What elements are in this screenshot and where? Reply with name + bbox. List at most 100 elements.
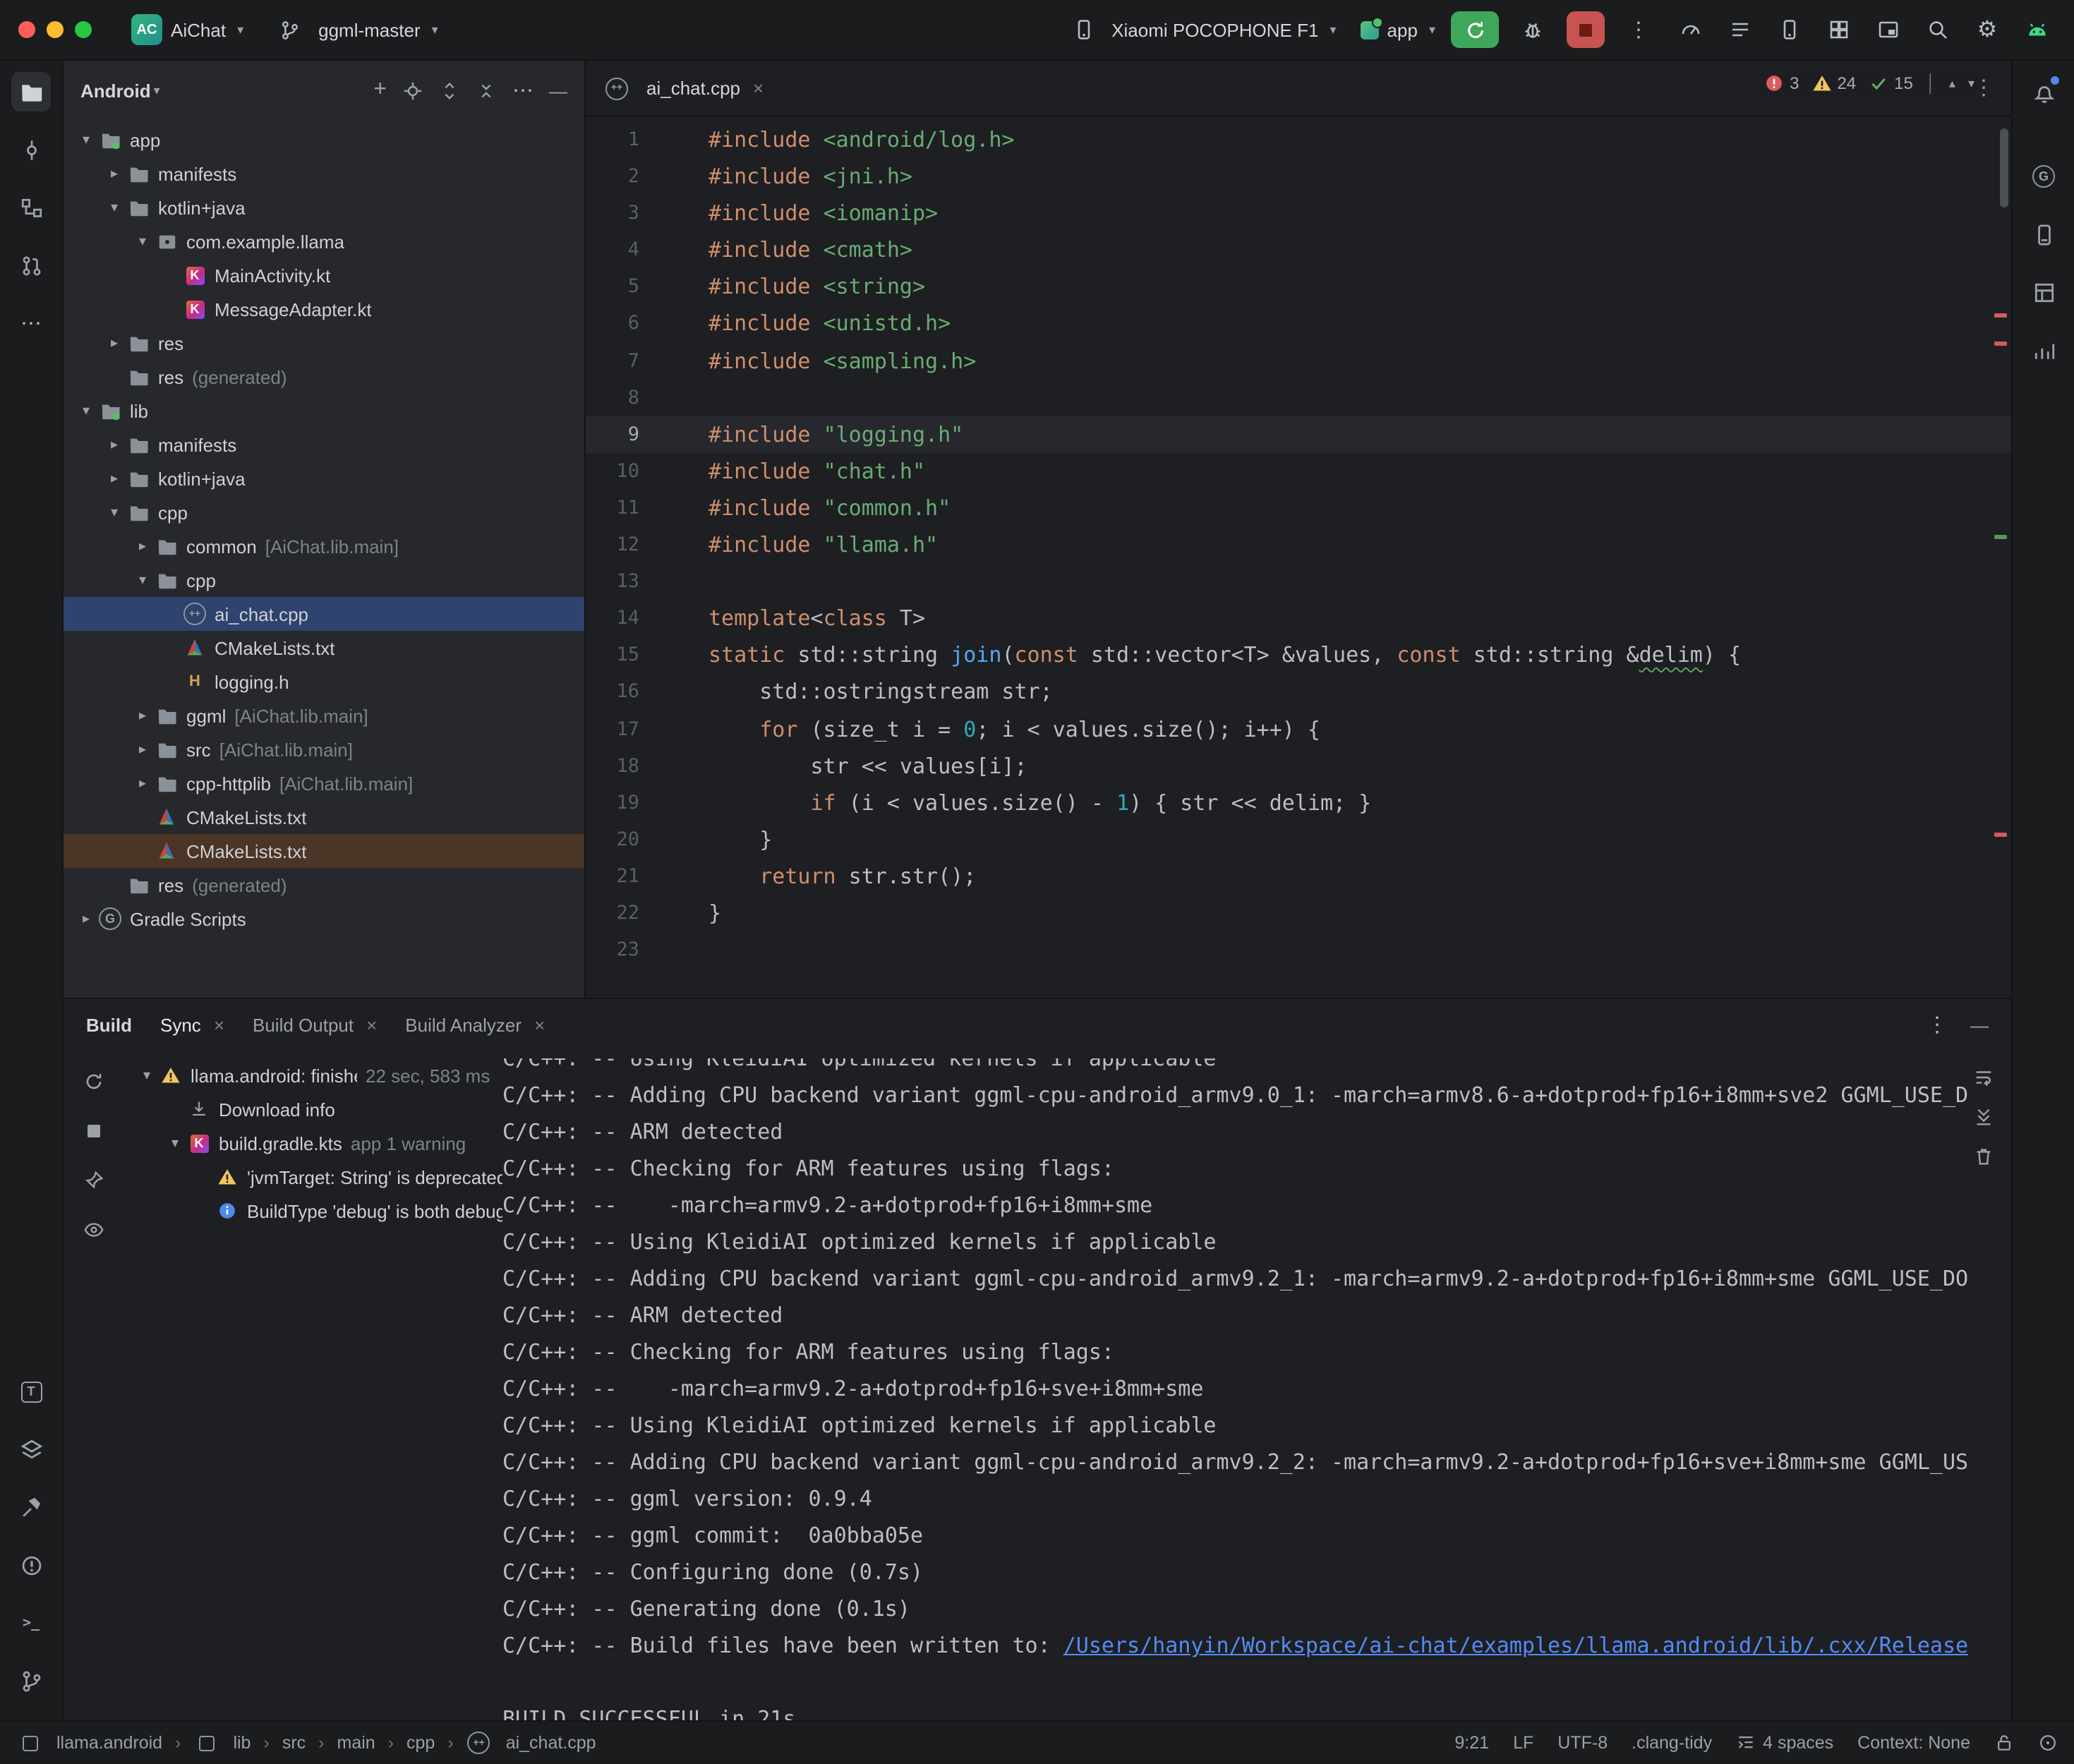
chevron-down-icon[interactable]: ▾ [75,132,97,147]
add-icon[interactable]: + [373,79,387,102]
pull-requests-button[interactable] [11,246,51,285]
tree-item[interactable]: KMainActivity.kt [64,258,584,292]
stop-square-button[interactable] [77,1113,111,1147]
tree-item[interactable]: ▾llama.android: finished22 sec, 583 ms [124,1058,502,1092]
next-problem-icon[interactable]: ▾ [1968,75,1974,91]
tree-item[interactable]: 'jvmTarget: String' is deprecated [124,1160,502,1194]
tree-item[interactable]: ▾app [64,123,584,157]
close-tab-icon[interactable]: × [534,1014,545,1035]
pin-button[interactable] [77,1163,111,1197]
breadcrumb-item[interactable]: ++ai_chat.cpp [466,1732,596,1754]
build-tab-sync[interactable]: Sync× [160,1014,224,1035]
code-line[interactable]: 17 for (size_t i = 0; i < values.size();… [586,711,2011,747]
user-android-button[interactable] [2018,11,2055,48]
debug-button[interactable] [1514,11,1551,48]
locate-icon[interactable] [402,80,423,101]
chevron-down-icon[interactable]: ▾ [164,1135,186,1151]
code-line[interactable]: 3#include <iomanip> [586,195,2011,231]
status-line-ending[interactable]: LF [1513,1733,1533,1753]
logcat-button[interactable] [1722,11,1759,48]
chevron-right-icon[interactable]: ▸ [131,708,154,723]
device-explorer-button[interactable] [2024,215,2063,254]
tree-item[interactable]: BuildType 'debug' is both debuggable [124,1194,502,1228]
status-lock[interactable] [1994,1733,2014,1753]
structure-button[interactable] [11,188,51,227]
code-line[interactable]: 19 if (i < values.size() - 1) { str << d… [586,784,2011,821]
build-tab-build-analyzer[interactable]: Build Analyzer× [405,1014,545,1035]
chevron-right-icon[interactable]: ▸ [103,335,126,351]
tree-item[interactable]: ▸manifests [64,428,584,461]
chevron-down-icon[interactable]: ▾ [135,1068,158,1083]
code-line[interactable]: 16 std::ostringstream str; [586,674,2011,711]
chevron-down-icon[interactable]: ▾ [103,505,126,520]
chevron-right-icon[interactable]: ▸ [75,911,97,926]
code-line[interactable]: 5#include <string> [586,269,2011,306]
profiler-button[interactable] [1672,11,1709,48]
code-line[interactable]: 18 str << values[i]; [586,747,2011,784]
tree-item[interactable]: KMessageAdapter.kt [64,292,584,326]
code-line[interactable]: 20 } [586,821,2011,858]
problems-button[interactable] [11,1545,51,1585]
tree-item[interactable]: Hlogging.h [64,665,584,699]
more-actions-button[interactable]: ⋮ [1620,11,1657,48]
chevron-right-icon[interactable]: ▸ [103,437,126,452]
soft-wrap-button[interactable] [1973,1067,1994,1088]
code-line[interactable]: 4#include <cmath> [586,232,2011,269]
code-line[interactable]: 13 [586,563,2011,600]
inspections-widget[interactable]: 3 24 15 │ ▴ ▾ [1759,71,1980,96]
code-line[interactable]: 21 return str.str(); [586,858,2011,895]
tree-item[interactable]: ▸cpp-httplib[AiChat.lib.main] [64,766,584,800]
breadcrumb-item[interactable]: lib [193,1732,251,1754]
project-view-selector[interactable]: Android [80,80,151,101]
gradle-button[interactable]: G [2024,157,2063,196]
tree-item[interactable]: ▾cpp [64,495,584,529]
stop-button[interactable] [1567,11,1605,48]
app-inspection-button[interactable] [1821,11,1857,48]
code-editor[interactable]: 1#include <android/log.h>2#include <jni.… [586,117,2011,998]
breadcrumb-item[interactable]: src [282,1733,306,1753]
project-folder-button[interactable] [11,72,51,111]
tree-item[interactable]: ▾kotlin+java [64,191,584,224]
app-insights-button[interactable] [2024,330,2063,370]
close-tab-icon[interactable]: × [753,78,764,99]
code-line[interactable]: 2#include <jni.h> [586,158,2011,195]
status-indent[interactable]: 4 spaces [1736,1733,1833,1753]
device-manager-button[interactable] [1771,11,1808,48]
clear-button[interactable] [1973,1146,1994,1167]
code-line[interactable]: 10#include "chat.h" [586,453,2011,490]
running-devices-button[interactable] [1870,11,1907,48]
collapse-all-icon[interactable] [476,80,497,101]
status-context[interactable]: Context: None [1857,1733,1970,1753]
tree-item[interactable]: ▾com.example.llama [64,224,584,258]
error-stripe-mark[interactable] [1994,342,2007,346]
breadcrumb-item[interactable]: llama.android [17,1732,162,1754]
status-caret-position[interactable]: 9:21 [1454,1733,1489,1753]
tree-item[interactable]: ▸common[AiChat.lib.main] [64,529,584,563]
editor-scrollbar[interactable] [2000,128,2008,207]
tree-item[interactable]: CMakeLists.txt [64,834,584,868]
tree-item[interactable]: ▸res [64,326,584,360]
status-encoding[interactable]: UTF-8 [1557,1733,1608,1753]
window-controls[interactable] [18,21,92,38]
run-configuration-selector[interactable]: app ▾ [1361,19,1435,40]
file-link[interactable]: /Users/hanyin/Workspace/ai-chat/examples… [1063,1633,1968,1658]
tree-item[interactable]: ▸manifests [64,157,584,191]
project-selector[interactable]: AC AiChat ▾ [131,14,243,45]
build-console[interactable]: C/C++: -- Using KleidiAI optimized kerne… [502,1058,1989,1720]
chevron-down-icon[interactable]: ▾ [131,572,154,588]
build-button[interactable] [11,1487,51,1527]
code-line[interactable]: 8 [586,379,2011,416]
close-tab-icon[interactable]: × [214,1014,224,1035]
chevron-down-icon[interactable]: ▾ [131,234,154,249]
code-line[interactable]: 12#include "llama.h" [586,526,2011,563]
zoom-window-button[interactable] [75,21,92,38]
commit-button[interactable] [11,130,51,169]
code-line[interactable]: 1#include <android/log.h> [586,121,2011,158]
tree-item[interactable]: Download info [124,1092,502,1126]
error-stripe-mark[interactable] [1994,833,2007,837]
close-tab-icon[interactable]: × [366,1014,377,1035]
rerun-button[interactable] [1451,11,1499,48]
chevron-right-icon[interactable]: ▸ [103,166,126,181]
version-control-button[interactable] [11,1661,51,1700]
chevron-right-icon[interactable]: ▸ [131,775,154,791]
